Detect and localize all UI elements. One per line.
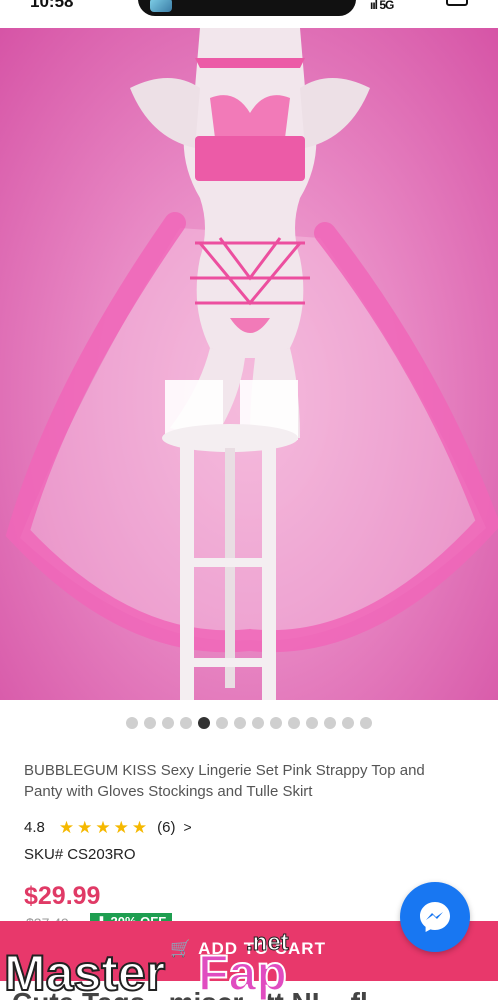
carousel-dot[interactable]: [306, 717, 318, 729]
product-title: BUBBLEGUM KISS Sexy Lingerie Set Pink St…: [24, 762, 425, 800]
carousel-dot[interactable]: [198, 717, 210, 729]
signal-icon: ııl 5G: [370, 0, 394, 12]
carousel-dot[interactable]: [216, 717, 228, 729]
carousel-dot[interactable]: [234, 717, 246, 729]
carousel-dot[interactable]: [252, 717, 264, 729]
carousel-dot[interactable]: [162, 717, 174, 729]
carousel-dots[interactable]: [0, 717, 498, 731]
cart-icon: 🛒: [170, 939, 193, 958]
product-photo-illustration: [5, 28, 498, 700]
section-heading: Cute Tags . miscr...tt NI ...fl: [12, 987, 368, 1000]
chevron-right-icon[interactable]: >: [183, 819, 191, 835]
battery-icon: [446, 0, 468, 6]
carousel-dot[interactable]: [324, 717, 336, 729]
carousel-dot[interactable]: [126, 717, 138, 729]
bottom-section-header: Cute Tags . miscr...tt NI ...fl: [0, 981, 498, 1000]
star-icon: ★: [95, 817, 111, 837]
messenger-chat-button[interactable]: [400, 882, 470, 952]
now-playing-thumbnail: [150, 0, 172, 12]
star-icon: ★: [77, 817, 93, 837]
sku-value: CS203RO: [67, 846, 136, 863]
sku-label: SKU#: [24, 846, 64, 863]
status-bar: 10:58 ııl 5G: [0, 0, 498, 28]
rating-stars: ★ ★ ★ ★ ★: [59, 819, 147, 836]
star-icon: ★: [113, 817, 129, 837]
review-count[interactable]: (6): [157, 819, 175, 836]
star-icon: ★: [58, 817, 75, 837]
carousel-dot[interactable]: [360, 717, 372, 729]
rating-row[interactable]: 4.8 ★ ★ ★ ★ ★ (6) >: [24, 817, 192, 837]
add-to-cart-button[interactable]: 🛒 ADD TO CART: [170, 939, 326, 959]
carousel-dot[interactable]: [144, 717, 156, 729]
rating-value: 4.8: [24, 818, 45, 836]
carousel-dot[interactable]: [180, 717, 192, 729]
current-price: $29.99: [24, 882, 101, 910]
status-time: 10:58: [30, 0, 74, 11]
messenger-icon: [420, 902, 450, 932]
sku-row: SKU# CS203RO: [24, 846, 136, 863]
product-image[interactable]: [0, 28, 498, 700]
carousel-dot[interactable]: [342, 717, 354, 729]
carousel-dot[interactable]: [288, 717, 300, 729]
star-icon: ★: [131, 817, 148, 837]
carousel-dot[interactable]: [270, 717, 282, 729]
add-to-cart-label: ADD TO CART: [198, 939, 326, 958]
dynamic-island: [138, 0, 356, 16]
